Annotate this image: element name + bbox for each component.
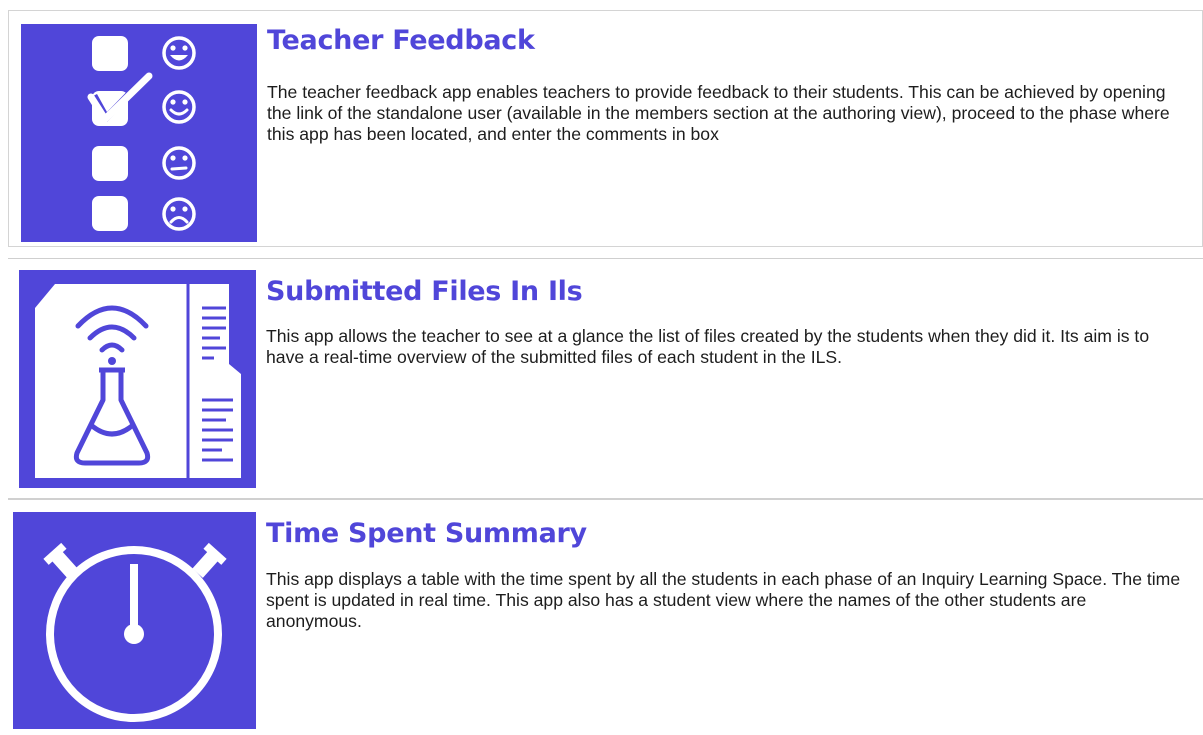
app-description: The teacher feedback app enables teacher…: [267, 82, 1170, 144]
app-card-time-spent[interactable]: Time Spent Summary This app displays a t…: [8, 498, 1203, 735]
app-title[interactable]: Teacher Feedback: [267, 25, 535, 56]
app-description: This app allows the teacher to see at a …: [266, 326, 1150, 367]
stopwatch-icon[interactable]: [13, 512, 256, 729]
stopwatch-graphic: [43, 542, 227, 722]
feedback-checklist-graphic: [87, 36, 196, 231]
app-card-teacher-feedback[interactable]: Teacher Feedback The teacher feedback ap…: [8, 10, 1203, 247]
app-card-submitted-files[interactable]: Submitted Files In Ils This app allows t…: [8, 258, 1203, 492]
feedback-checklist-icon[interactable]: [21, 24, 257, 242]
app-list: Teacher Feedback The teacher feedback ap…: [0, 0, 1203, 735]
app-title[interactable]: Submitted Files In Ils: [266, 276, 583, 307]
lab-flask-document-graphic: [35, 284, 241, 478]
lab-flask-document-icon[interactable]: [19, 270, 256, 488]
app-description: This app displays a table with the time …: [266, 569, 1181, 631]
app-title[interactable]: Time Spent Summary: [266, 518, 587, 549]
